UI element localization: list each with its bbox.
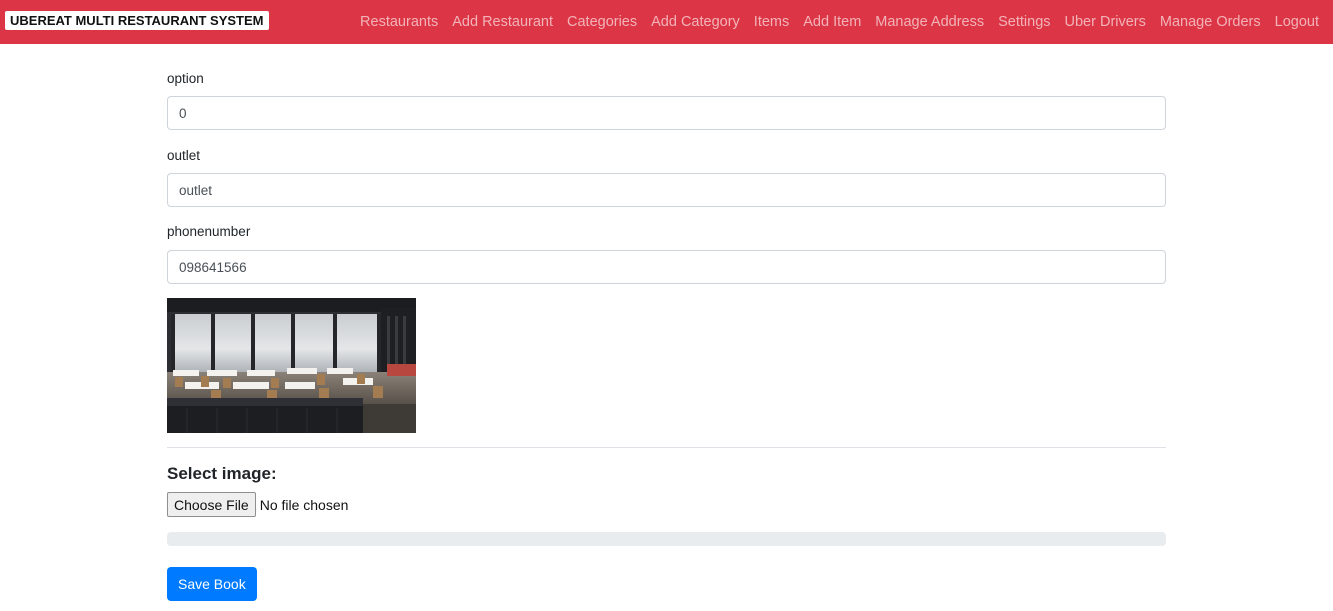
nav-items[interactable]: Items — [754, 14, 789, 30]
nav-settings[interactable]: Settings — [998, 14, 1050, 30]
nav-add-restaurant[interactable]: Add Restaurant — [452, 14, 553, 30]
file-status-text: No file chosen — [259, 496, 349, 513]
phonenumber-input[interactable] — [167, 250, 1166, 284]
nav-logout[interactable]: Logout — [1275, 14, 1319, 30]
choose-file-button[interactable]: Choose File — [167, 492, 256, 517]
restaurant-interior-image — [167, 298, 416, 433]
nav-uber-drivers[interactable]: Uber Drivers — [1065, 14, 1146, 30]
option-input[interactable] — [167, 96, 1166, 130]
nav-restaurants[interactable]: Restaurants — [360, 14, 438, 30]
top-navbar: UBEREAT MULTI RESTAURANT SYSTEM Restaura… — [0, 0, 1333, 44]
outlet-input[interactable] — [167, 173, 1166, 207]
nav-add-category[interactable]: Add Category — [651, 14, 740, 30]
restaurant-photo — [167, 298, 416, 433]
phonenumber-label: phonenumber — [167, 224, 251, 239]
file-upload: Choose File No file chosen — [167, 492, 348, 517]
select-image-heading: Select image: — [167, 464, 277, 483]
nav-add-item[interactable]: Add Item — [803, 14, 861, 30]
section-divider — [167, 447, 1166, 448]
outlet-label: outlet — [167, 148, 201, 163]
nav-manage-orders[interactable]: Manage Orders — [1160, 14, 1261, 30]
upload-progress-bar — [167, 532, 1166, 546]
nav-categories[interactable]: Categories — [567, 14, 637, 30]
brand-logo[interactable]: UBEREAT MULTI RESTAURANT SYSTEM — [5, 11, 269, 30]
option-label: option — [167, 71, 204, 86]
main-nav: Restaurants Add Restaurant Categories Ad… — [360, 0, 1319, 44]
save-book-button[interactable]: Save Book — [167, 567, 257, 601]
nav-manage-address[interactable]: Manage Address — [875, 14, 984, 30]
